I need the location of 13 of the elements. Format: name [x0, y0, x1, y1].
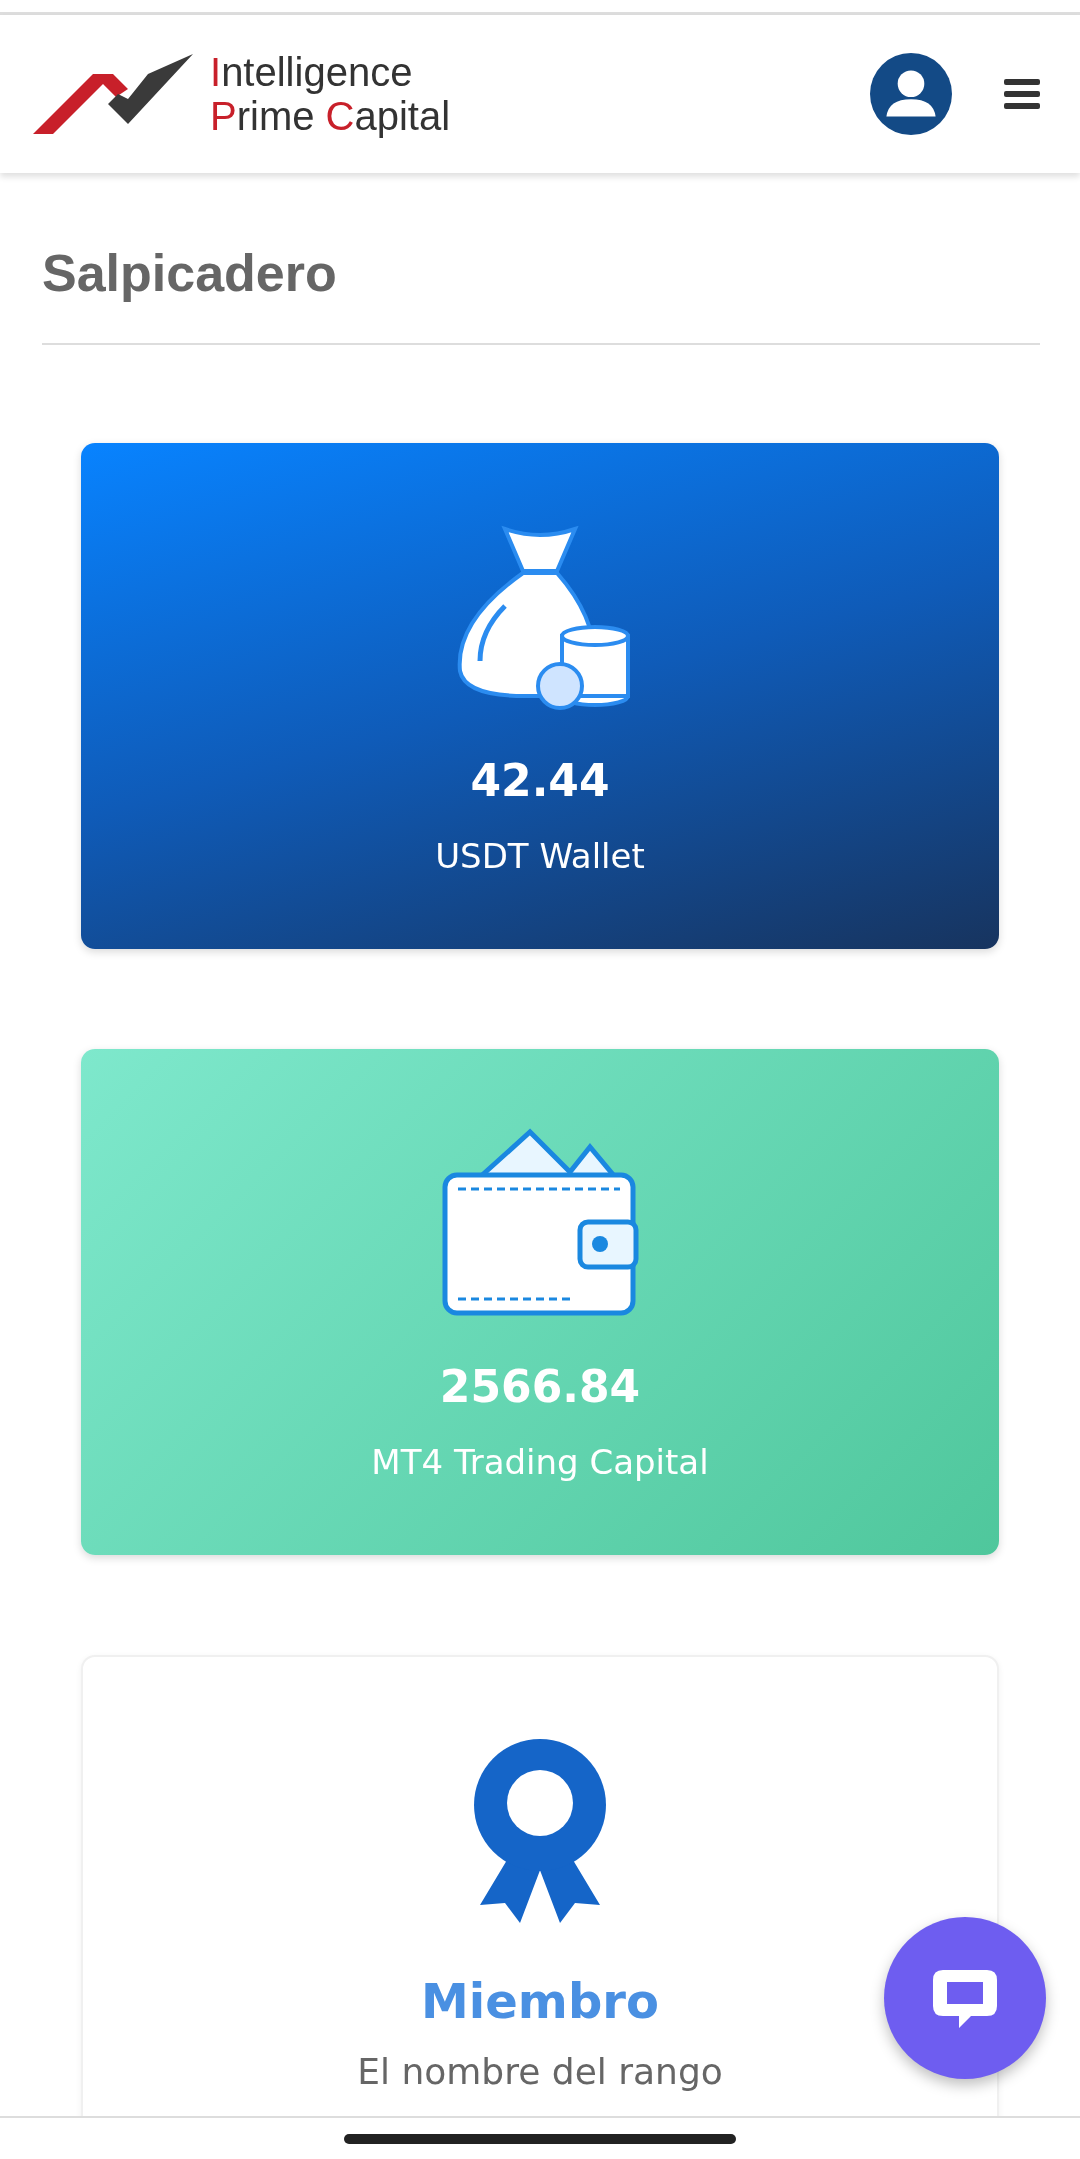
- user-avatar-icon[interactable]: [870, 53, 952, 135]
- menu-icon[interactable]: [1004, 79, 1040, 109]
- card-label: El nombre del rango: [357, 2051, 723, 2092]
- card-value: 2566.84: [439, 1361, 641, 1412]
- page-title: Salpicadero: [42, 243, 338, 303]
- logo-text: Prime Capital: [210, 94, 451, 138]
- card-value: 42.44: [470, 755, 610, 806]
- wallet-icon: [440, 1127, 640, 1317]
- card-label: MT4 Trading Capital: [371, 1442, 709, 1482]
- card-label: USDT Wallet: [435, 836, 645, 876]
- logo-text: Intelligence: [210, 50, 414, 94]
- card-value: Miembro: [421, 1973, 659, 2029]
- dashboard-card[interactable]: 42.44 USDT Wallet: [81, 443, 999, 949]
